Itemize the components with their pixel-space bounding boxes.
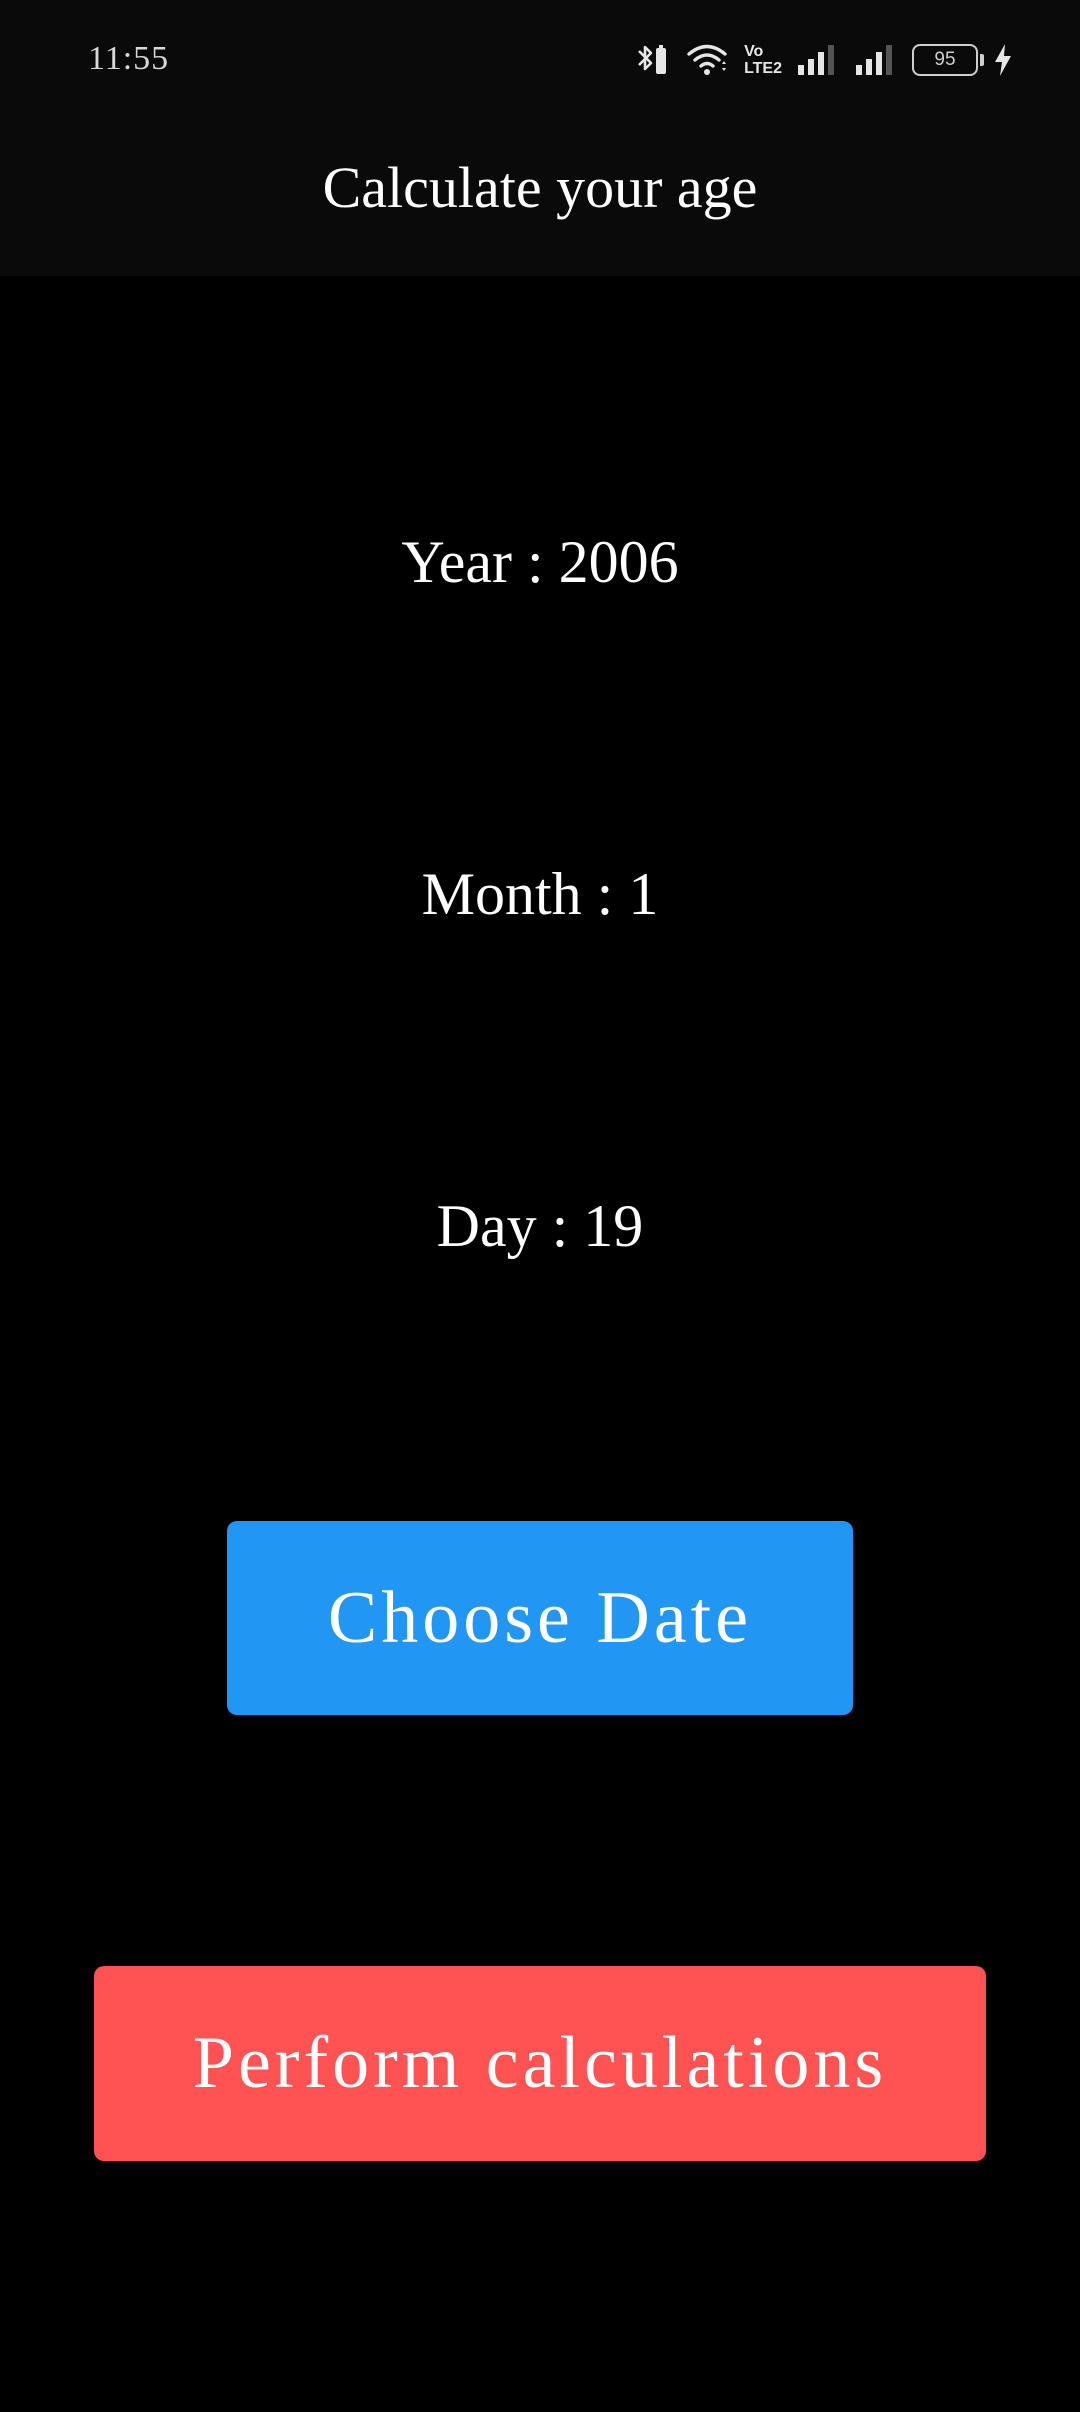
volte-icon: Vo LTE2 xyxy=(744,43,782,77)
month-value: Month : 1 xyxy=(421,861,659,927)
perform-calculations-button[interactable]: Perform calculations xyxy=(94,1966,986,2161)
app-bar: Calculate your age xyxy=(0,120,1080,276)
signal-icon-2 xyxy=(854,43,898,77)
status-icons: Vo LTE2 95 xyxy=(634,40,1014,80)
battery-level: 95 xyxy=(934,49,956,70)
wifi-icon xyxy=(686,42,730,78)
status-bar: 11:55 Vo LTE2 95 xyxy=(0,0,1080,120)
day-value: Day : 19 xyxy=(436,1193,644,1259)
choose-date-button[interactable]: Choose Date xyxy=(227,1521,853,1715)
volte-top-label: Vo xyxy=(744,43,764,60)
year-value: Year : 2006 xyxy=(401,529,679,595)
status-time: 11:55 xyxy=(88,40,170,77)
page-title: Calculate your age xyxy=(322,155,758,220)
signal-icon xyxy=(796,43,840,77)
charging-icon xyxy=(992,42,1014,78)
volte-bottom-label: LTE2 xyxy=(744,60,782,77)
battery-icon: 95 xyxy=(912,44,984,76)
bluetooth-icon xyxy=(634,42,672,78)
